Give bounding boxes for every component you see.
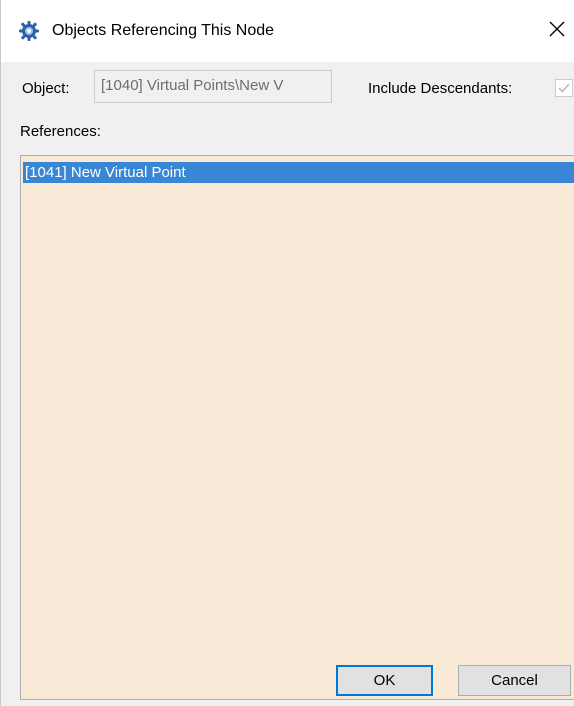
references-list[interactable]: [1041] New Virtual Point [20,155,574,700]
ok-button[interactable]: OK [336,665,433,696]
object-field[interactable]: [1040] Virtual Points\New V [94,70,332,103]
object-label: Object: [22,80,70,97]
gear-icon [18,20,40,42]
checkmark-icon [558,83,570,93]
close-button[interactable] [539,10,574,52]
cancel-button[interactable]: Cancel [458,665,571,696]
include-descendants-label: Include Descendants: [368,80,513,97]
references-label: References: [20,123,101,140]
list-item[interactable]: [1041] New Virtual Point [23,162,574,183]
close-icon [549,21,565,41]
title-bar[interactable]: Objects Referencing This Node [1,0,574,62]
include-descendants-checkbox[interactable] [555,79,573,97]
window-title: Objects Referencing This Node [52,22,275,39]
dialog-window: Objects Referencing This Node Object: [1… [0,0,574,706]
